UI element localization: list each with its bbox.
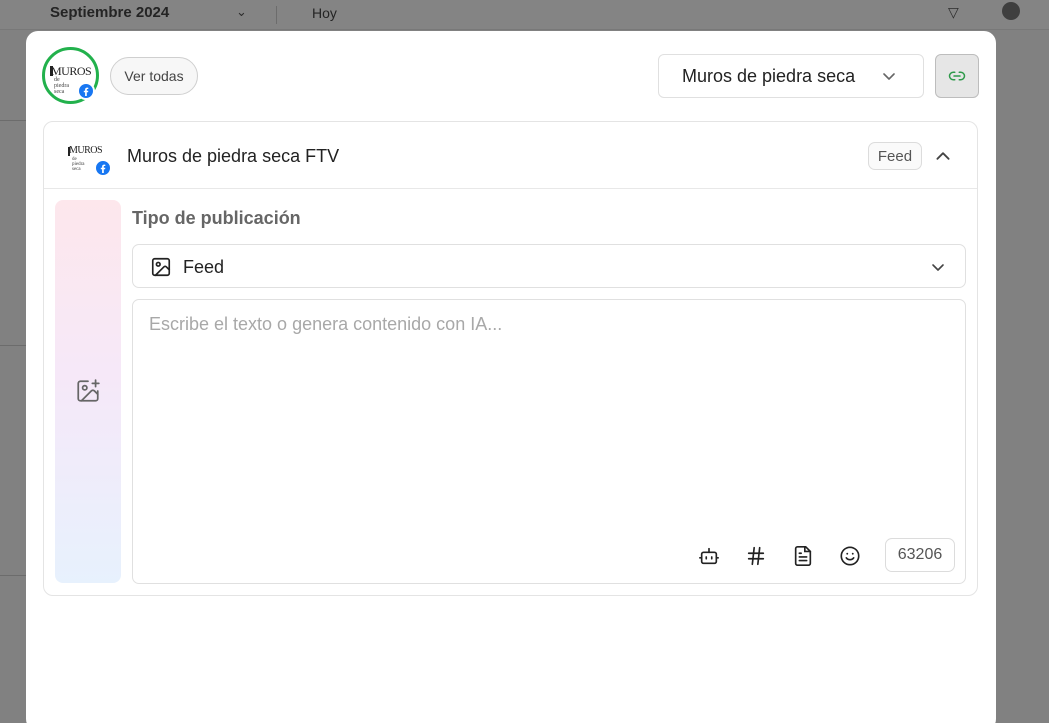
publication-type-value: Feed xyxy=(183,257,225,277)
image-plus-icon xyxy=(77,379,100,402)
add-media-area[interactable] xyxy=(55,200,121,583)
character-counter: 63206 xyxy=(885,538,955,572)
logo-subtitle: de piedra seca xyxy=(72,157,85,172)
chevron-up-icon[interactable] xyxy=(934,147,952,165)
selected-account-avatar[interactable]: MUROS de piedra seca xyxy=(42,47,99,104)
post-editor-card: MUROS de piedra seca Muros de piedra sec… xyxy=(43,121,978,596)
smiley-icon xyxy=(840,546,860,566)
template-button[interactable] xyxy=(792,545,814,567)
post-type-badge: Feed xyxy=(868,142,922,170)
post-text-input[interactable] xyxy=(149,314,949,514)
facebook-icon xyxy=(94,159,112,177)
publication-type-label: Tipo de publicación xyxy=(132,208,301,228)
account-select-value: Muros de piedra seca xyxy=(682,65,856,86)
robot-icon xyxy=(699,547,719,565)
account-select[interactable]: Muros de piedra seca xyxy=(658,54,924,98)
emoji-button[interactable] xyxy=(839,545,861,567)
create-post-modal: MUROS de piedra seca Ver todas Muros de … xyxy=(26,31,996,723)
post-card-header[interactable]: MUROS de piedra seca Muros de piedra sec… xyxy=(44,122,977,189)
link-icon xyxy=(948,71,966,81)
document-icon xyxy=(794,546,812,566)
chevron-down-icon xyxy=(932,264,944,271)
logo-title: MUROS xyxy=(69,145,103,156)
logo-subtitle: de piedra seca xyxy=(54,77,69,95)
see-all-button[interactable]: Ver todas xyxy=(110,57,198,95)
ai-generate-button[interactable] xyxy=(698,545,720,567)
chevron-down-icon xyxy=(883,73,895,80)
facebook-icon xyxy=(77,82,95,100)
page-avatar: MUROS de piedra seca xyxy=(64,140,112,177)
hashtag-icon xyxy=(747,546,765,566)
hashtag-button[interactable] xyxy=(745,545,767,567)
logo-title: MUROS xyxy=(51,64,92,78)
post-text-editor: 63206 xyxy=(132,299,966,584)
page-name: Muros de piedra seca FTV xyxy=(127,146,340,166)
image-icon xyxy=(151,257,171,277)
link-button[interactable] xyxy=(935,54,979,98)
publication-type-select[interactable]: Feed xyxy=(132,244,966,288)
